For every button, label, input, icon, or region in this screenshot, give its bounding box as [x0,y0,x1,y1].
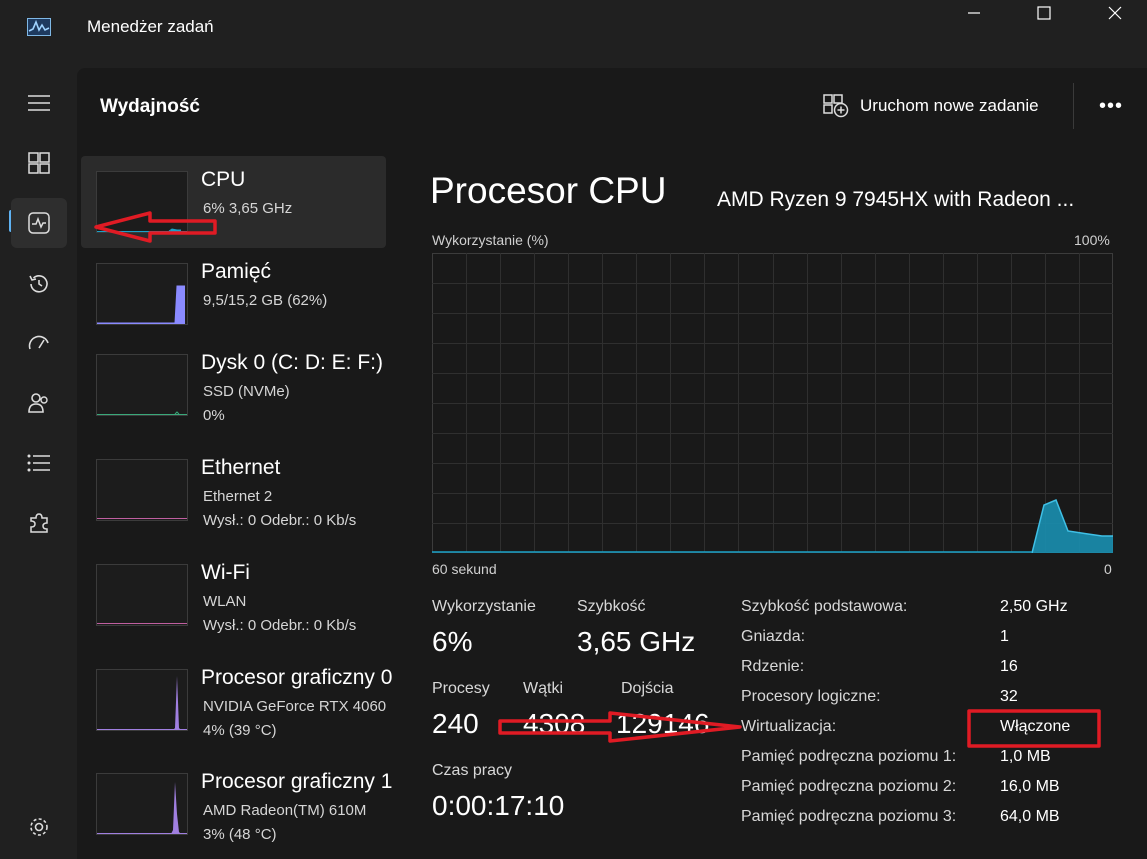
annotation-arrow-virtualization [498,711,742,743]
annotation-arrow-cpu [94,211,217,243]
red-annotations [94,211,1101,748]
annotation-box-virtualization [967,709,1101,748]
